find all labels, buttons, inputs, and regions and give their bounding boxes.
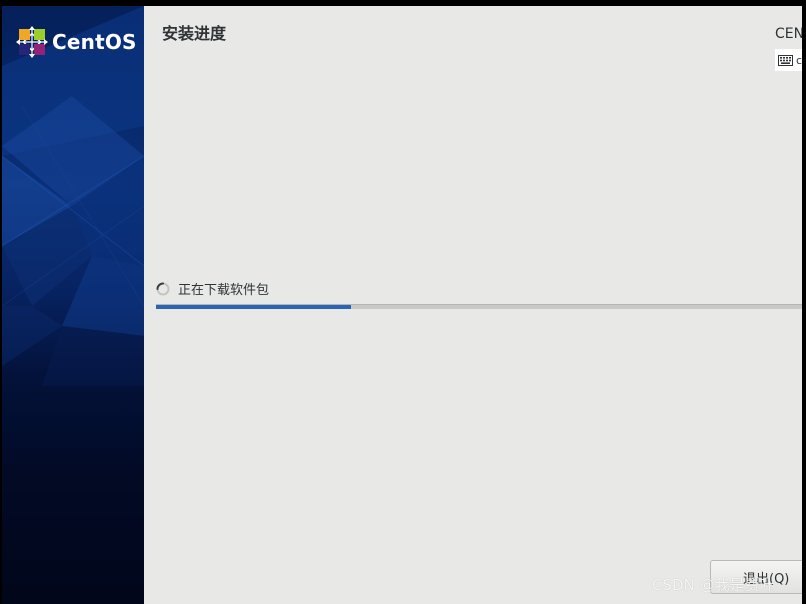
spinner-icon — [156, 282, 170, 295]
progress-status: 正在下载软件包 — [156, 279, 269, 298]
watermark: CSDN @我是费叶 — [652, 576, 775, 594]
product-name: CENTOS 7 安装 — [775, 26, 802, 42]
sidebar-background-pattern — [2, 6, 144, 386]
install-progress-bar — [156, 304, 802, 309]
centos-brand: CentOS — [16, 26, 137, 58]
status-text: 正在下载软件包 — [178, 283, 270, 298]
centos-logo-icon — [16, 26, 48, 58]
installer-window: CentOS 安装进度 CENTOS 7 安装 cn — [0, 0, 806, 604]
sidebar: CentOS — [2, 6, 144, 604]
brand-name: CentOS — [52, 30, 137, 54]
page-title: 安装进度 — [162, 24, 227, 43]
main-panel: 安装进度 CENTOS 7 安装 cn — [144, 6, 802, 604]
keyboard-icon — [778, 54, 793, 66]
install-progress-fill — [156, 305, 351, 309]
keyboard-layout-label: cn — [796, 53, 802, 67]
keyboard-layout-indicator[interactable]: cn — [775, 49, 802, 71]
